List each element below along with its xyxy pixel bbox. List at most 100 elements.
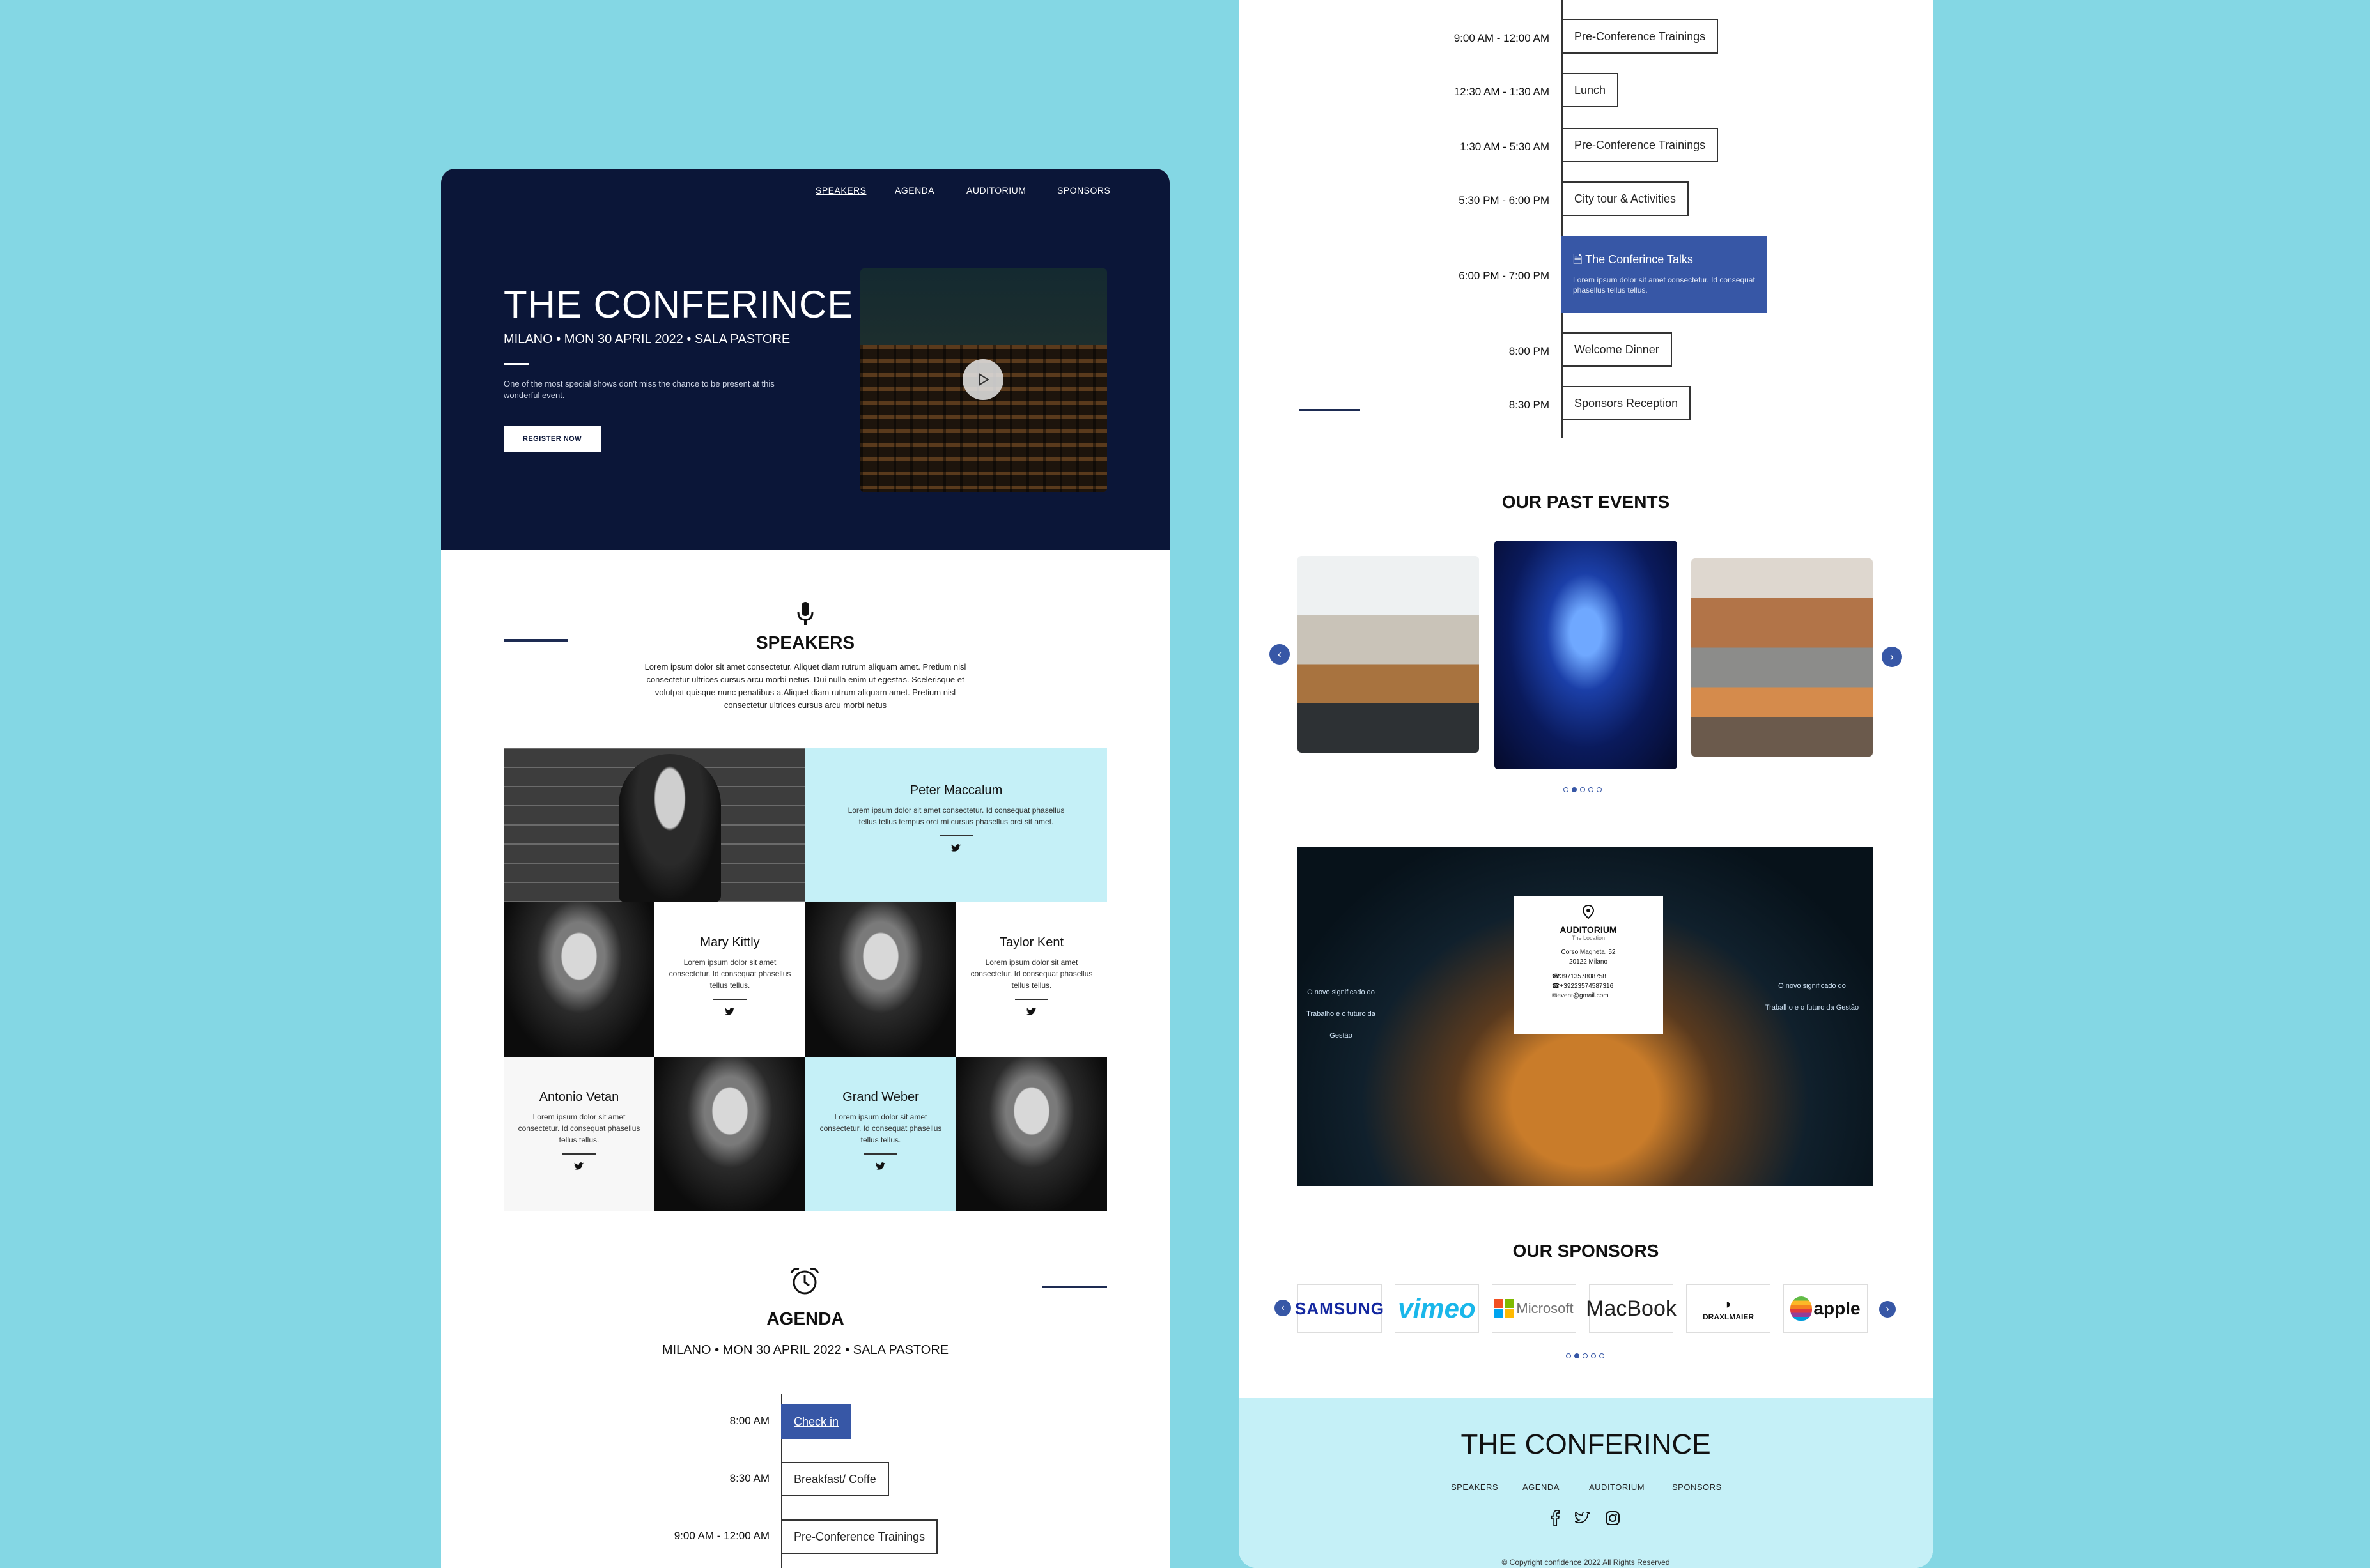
sponsor-draxlmaier[interactable]: ◗ DRAXLMAIER [1686,1284,1770,1333]
agenda-item-pre-conference[interactable]: Pre-Conference Trainings [1561,128,1719,162]
nav-speakers[interactable]: SPEAKERS [816,185,866,196]
play-icon[interactable] [963,359,1003,400]
agenda-item-pre-conference[interactable]: Pre-Conference Trainings [781,1519,938,1554]
sponsor-microsoft[interactable]: Microsoft [1492,1284,1576,1333]
agenda-item-city-tour[interactable]: City tour & Activities [1561,181,1689,216]
agenda-time: 12:30 AM - 1:30 AM [1453,86,1549,98]
agenda-item-breakfast[interactable]: Breakfast/ Coffe [781,1462,889,1496]
instagram-icon[interactable] [1606,1511,1620,1528]
chevron-left-icon[interactable]: ‹ [1269,644,1290,665]
agenda-accent-line [1042,1286,1107,1288]
past-events-pagination[interactable] [1563,787,1602,792]
nav-agenda[interactable]: AGENDA [895,185,934,196]
sponsor-logo-text: vimeo [1398,1293,1476,1323]
agenda-time: 9:00 AM - 12:00 AM [674,1530,770,1542]
sponsor-logo-text: apple [1813,1298,1861,1318]
auditorium-address-city: 20122 Milano [1568,958,1608,965]
chevron-right-icon[interactable]: › [1882,647,1902,667]
chevron-right-icon[interactable]: › [1879,1301,1896,1318]
speaker-name: Antonio Vetan [539,1090,619,1104]
footer: THE CONFERINCE SPEAKERS AGENDA AUDITORIU… [1239,1398,1933,1568]
twitter-icon[interactable] [818,1162,943,1174]
auditorium-email[interactable]: event@gmail.com [1557,992,1608,999]
agenda-item-conference-talks[interactable]: 🗎 The Conferince Talks Lorem ipsum dolor… [1561,236,1767,313]
footer-copyright: © Copyright confidence 2022 All Rights R… [1501,1558,1670,1567]
sponsor-logo-text: Microsoft [1516,1300,1574,1316]
agenda-time: 5:30 PM - 6:00 PM [1459,194,1549,206]
talk-detail: Lorem ipsum dolor sit amet consectetur. … [1573,275,1755,295]
speaker-name: Peter Maccalum [910,783,1003,797]
auditorium-phone-1[interactable]: 3971357808758 [1560,973,1606,980]
sponsor-apple[interactable]: apple [1783,1284,1868,1333]
hero-video[interactable] [860,268,1107,492]
auditorium-info-card: AUDITORIUM The Location Corso Magneta, 5… [1514,896,1663,1034]
agenda-time: 9:00 AM - 12:00 AM [1453,32,1549,44]
speaker-name: Grand Weber [842,1090,919,1104]
agenda-title: AGENDA [766,1309,844,1328]
twitter-icon[interactable] [969,1008,1094,1020]
twitter-icon[interactable] [667,1008,793,1020]
agenda-item-lunch[interactable]: Lunch [1561,73,1619,107]
draxlmaier-logo-icon: ◗ [1724,1296,1733,1312]
facebook-icon[interactable] [1551,1510,1560,1529]
past-event-photo-workshop[interactable] [1691,558,1873,757]
auditorium-caption: The Location [1571,935,1606,941]
footer-nav-speakers[interactable]: SPEAKERS [1451,1482,1498,1492]
auditorium-title: AUDITORIUM [1560,925,1617,935]
agenda-time: 8:00 AM [729,1415,770,1427]
speaker-card-peter: Peter Maccalum Lorem ipsum dolor sit ame… [805,748,1107,902]
speaker-divider [1015,999,1048,1000]
past-event-photo-meeting[interactable] [1297,556,1479,753]
talk-title: The Conferince Talks [1585,253,1693,266]
landing-page-left: SPEAKERS AGENDA AUDITORIUM SPONSORS THE … [441,169,1170,1568]
speaker-photo-peter [504,748,805,902]
hero-title: THE CONFERINCE [504,283,854,326]
speaker-divider [713,999,747,1000]
speakers-description: Lorem ipsum dolor sit amet consectetur. … [644,662,966,710]
hero-divider [504,363,529,365]
footer-nav-auditorium[interactable]: AUDITORIUM [1589,1482,1645,1492]
past-event-photo-stage[interactable] [1494,541,1677,769]
footer-brand: THE CONFERINCE [1460,1429,1711,1460]
speaker-card-antonio: Antonio Vetan Lorem ipsum dolor sit amet… [504,1057,654,1211]
twitter-icon[interactable] [516,1162,642,1174]
footer-nav-agenda[interactable]: AGENDA [1522,1482,1560,1492]
agenda-item-welcome-dinner[interactable]: Welcome Dinner [1561,332,1672,367]
sponsors-pagination[interactable] [1566,1353,1604,1358]
nav-auditorium[interactable]: AUDITORIUM [966,185,1026,196]
speaker-divider [864,1153,897,1155]
speaker-card-mary: Mary Kittly Lorem ipsum dolor sit amet c… [654,902,805,1057]
screen-text: O novo significado do Trabalho e o futur… [1306,988,1375,1040]
speaker-card-grand: Grand Weber Lorem ipsum dolor sit amet c… [805,1057,956,1211]
agenda-time: 6:00 PM - 7:00 PM [1459,270,1549,282]
nav-sponsors[interactable]: SPONSORS [1057,185,1110,196]
phone-icon: ☎ [1552,983,1560,990]
footer-nav-sponsors[interactable]: SPONSORS [1672,1482,1722,1492]
sponsor-samsung[interactable]: SAMSUNG [1295,1284,1384,1333]
chevron-left-icon[interactable]: ‹ [1274,1300,1291,1316]
speaker-card-taylor: Taylor Kent Lorem ipsum dolor sit amet c… [956,902,1107,1057]
agenda-item-pre-conference[interactable]: Pre-Conference Trainings [1561,19,1719,54]
apple-logo-icon [1790,1296,1813,1321]
alarm-clock-icon [789,1266,821,1299]
auditorium-phone-2[interactable]: +39223574587316 [1560,983,1613,990]
speaker-photo-mary [504,902,654,1057]
sponsor-logo-text: MacBook [1586,1296,1677,1321]
register-now-button[interactable]: REGISTER NOW [504,426,601,452]
sponsor-logo-text: SAMSUNG [1295,1298,1384,1318]
twitter-icon[interactable] [1574,1510,1590,1528]
speaker-bio: Lorem ipsum dolor sit amet consectetur. … [819,1112,942,1144]
speaker-bio: Lorem ipsum dolor sit amet consectetur. … [518,1112,640,1144]
location-pin-icon [1514,904,1663,922]
hero-section: SPEAKERS AGENDA AUDITORIUM SPONSORS THE … [441,169,1170,550]
sponsor-macbook[interactable]: MacBook [1586,1284,1677,1333]
sponsor-vimeo[interactable]: vimeo [1395,1284,1479,1333]
speaker-photo-antonio [654,1057,805,1211]
speakers-accent-line [504,639,568,642]
speaker-bio: Lorem ipsum dolor sit amet consectetur. … [970,958,1093,990]
twitter-icon[interactable] [844,844,1069,856]
agenda-item-sponsors-reception[interactable]: Sponsors Reception [1561,386,1691,420]
agenda-item-check-in[interactable]: Check in [781,1404,852,1439]
agenda-time: 8:30 AM [729,1472,770,1484]
screen-text: O novo significado do Trabalho e o futur… [1765,982,1859,1011]
